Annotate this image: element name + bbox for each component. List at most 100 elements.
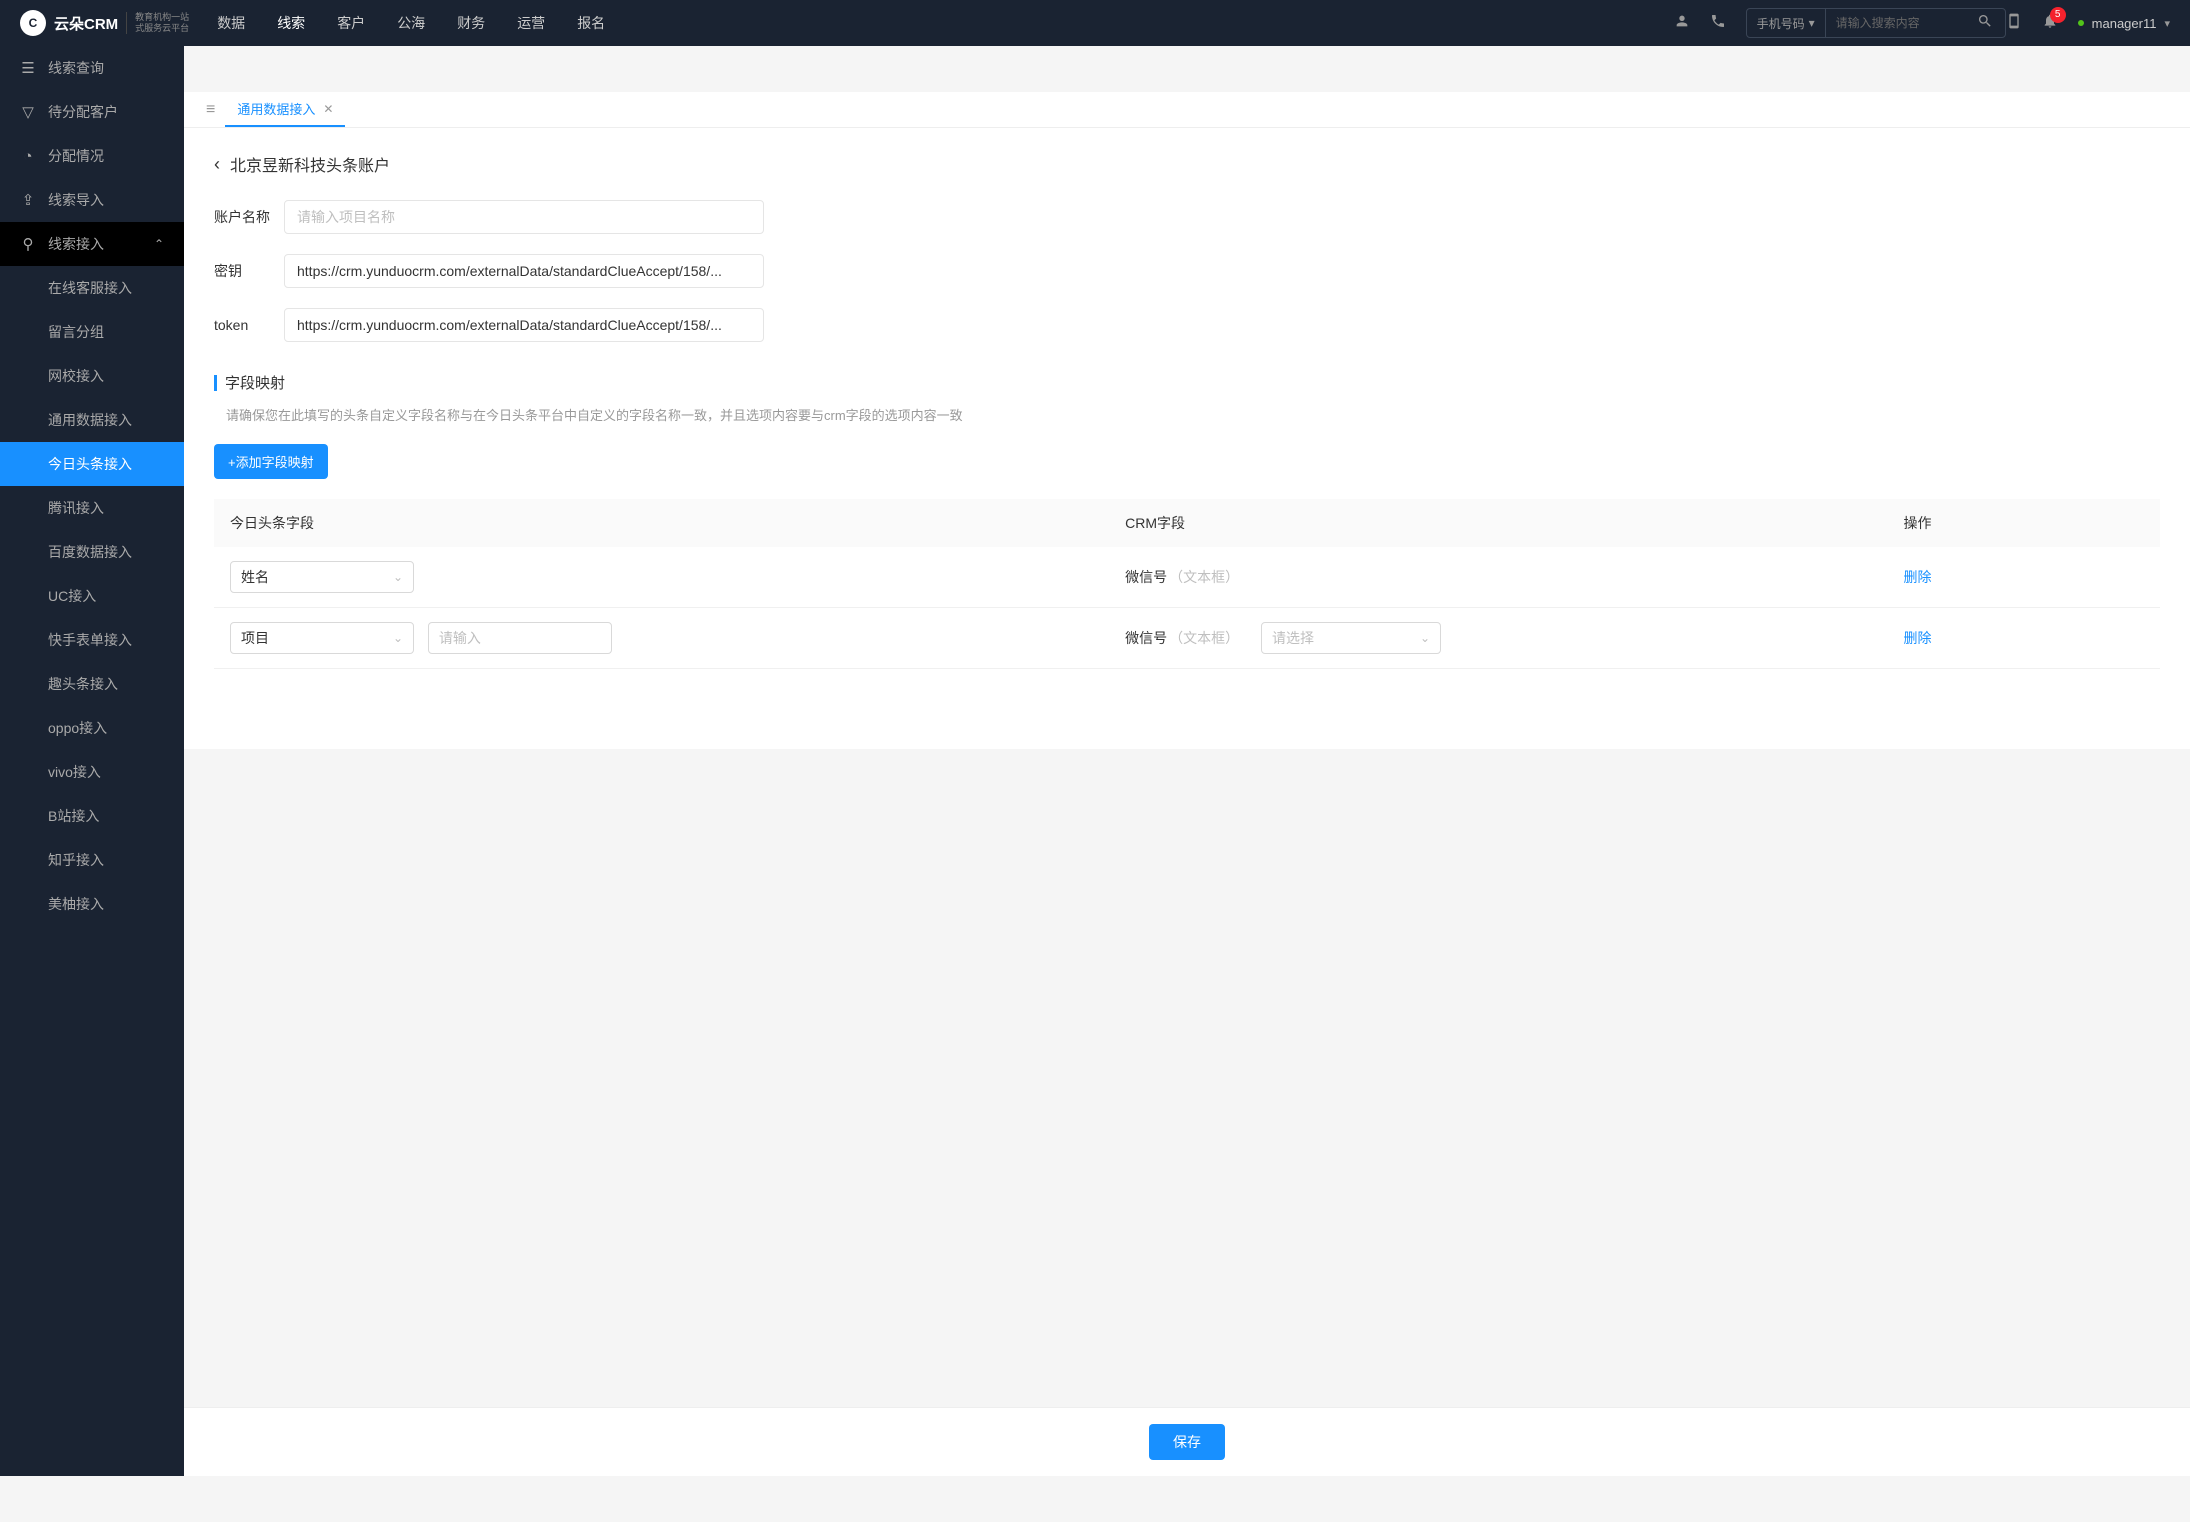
token-input[interactable] <box>284 308 764 342</box>
sidebar-sub-online[interactable]: 在线客服接入 <box>0 266 184 310</box>
sidebar-sub-zhihu[interactable]: 知乎接入 <box>0 838 184 882</box>
plug-icon: ⚲ <box>20 235 36 253</box>
person-icon[interactable] <box>1674 13 1690 34</box>
crm-field-value: 微信号 <box>1125 569 1167 585</box>
phone-icon[interactable] <box>1710 13 1726 34</box>
search-area: 手机号码 ▾ <box>1746 8 2006 38</box>
nav-finance[interactable]: 财务 <box>457 13 485 33</box>
form-row-key: 密钥 <box>214 254 2160 288</box>
list-icon: ☰ <box>20 59 36 77</box>
sidebar: ☰线索查询 ▽待分配客户 ◔分配情况 ⇪线索导入 ⚲线索接入⌃ 在线客服接入 留… <box>0 46 184 1476</box>
crm-field-value: 微信号 <box>1125 630 1167 646</box>
sidebar-item-access[interactable]: ⚲线索接入⌃ <box>0 222 184 266</box>
section-bar-icon <box>214 375 217 391</box>
tab-generic-data[interactable]: 通用数据接入 ✕ <box>225 92 345 127</box>
sidebar-sub-uc[interactable]: UC接入 <box>0 574 184 618</box>
footer-bar: 保存 <box>184 1407 2190 1476</box>
nav-menu: 数据 线索 客户 公海 财务 运营 报名 <box>217 13 1653 33</box>
th-action: 操作 <box>1888 499 2160 547</box>
header-icons-left <box>1674 13 1726 34</box>
close-icon[interactable]: ✕ <box>323 102 333 116</box>
import-icon: ⇪ <box>20 191 36 209</box>
breadcrumb: ‹ 北京昱新科技头条账户 <box>214 152 2160 176</box>
sidebar-sub-school[interactable]: 网校接入 <box>0 354 184 398</box>
delete-button[interactable]: 删除 <box>1904 630 1932 646</box>
crm-select[interactable]: 请选择 ⌄ <box>1261 622 1441 654</box>
tabs-bar: ≡ 通用数据接入 ✕ <box>184 92 2190 128</box>
table-row: 姓名 ⌄ 微信号（文本框） 删除 <box>214 547 2160 608</box>
sidebar-sub-bilibili[interactable]: B站接入 <box>0 794 184 838</box>
chevron-down-icon: ⌄ <box>1420 631 1430 645</box>
section-header: 字段映射 <box>214 372 2160 393</box>
chevron-up-icon: ⌃ <box>154 237 164 251</box>
search-button[interactable] <box>1965 13 2005 34</box>
name-label: 账户名称 <box>214 207 284 227</box>
key-label: 密钥 <box>214 261 284 281</box>
token-label: token <box>214 317 284 333</box>
nav-clue[interactable]: 线索 <box>277 13 305 33</box>
delete-button[interactable]: 删除 <box>1904 569 1932 585</box>
sidebar-sub-baidu[interactable]: 百度数据接入 <box>0 530 184 574</box>
section-description: 请确保您在此填写的头条自定义字段名称与在今日头条平台中自定义的字段名称一致，并且… <box>214 405 2160 424</box>
form-row-token: token <box>214 308 2160 342</box>
nav-customer[interactable]: 客户 <box>337 13 365 33</box>
sidebar-sub-qutoutiao[interactable]: 趣头条接入 <box>0 662 184 706</box>
crm-field-type: （文本框） <box>1169 569 1239 585</box>
mobile-icon[interactable] <box>2006 13 2022 34</box>
chevron-down-icon: ⌄ <box>393 631 403 645</box>
sidebar-sub-oppo[interactable]: oppo接入 <box>0 706 184 750</box>
sidebar-sub-generic[interactable]: 通用数据接入 <box>0 398 184 442</box>
sidebar-sub-toutiao[interactable]: 今日头条接入 <box>0 442 184 486</box>
th-toutiao-field: 今日头条字段 <box>214 499 1109 547</box>
sidebar-sub-kuaishou[interactable]: 快手表单接入 <box>0 618 184 662</box>
sidebar-item-allocation[interactable]: ◔分配情况 <box>0 134 184 178</box>
page-title: 北京昱新科技头条账户 <box>230 152 390 176</box>
back-icon[interactable]: ‹ <box>214 154 220 175</box>
search-input[interactable] <box>1825 9 1965 37</box>
filter-icon: ▽ <box>20 103 36 121</box>
nav-operation[interactable]: 运营 <box>517 13 545 33</box>
crm-field-type: （文本框） <box>1169 630 1239 646</box>
save-button[interactable]: 保存 <box>1149 1424 1225 1460</box>
sidebar-item-query[interactable]: ☰线索查询 <box>0 46 184 90</box>
header-right: 5 manager11 ▾ <box>2006 13 2170 34</box>
main-area: ≡ 通用数据接入 ✕ ‹ 北京昱新科技头条账户 账户名称 密钥 token 字段… <box>184 92 2190 1522</box>
nav-data[interactable]: 数据 <box>217 13 245 33</box>
mapping-table: 今日头条字段 CRM字段 操作 姓名 ⌄ 微信号（文本框） <box>214 499 2160 669</box>
key-input[interactable] <box>284 254 764 288</box>
sidebar-sub-tencent[interactable]: 腾讯接入 <box>0 486 184 530</box>
logo-subtitle: 教育机构一站 式服务云平台 <box>126 12 189 34</box>
table-row: 项目 ⌄ 微信号（文本框） 请选择 ⌄ 删除 <box>214 608 2160 669</box>
sidebar-sub-message[interactable]: 留言分组 <box>0 310 184 354</box>
th-crm-field: CRM字段 <box>1109 499 1887 547</box>
field-select[interactable]: 项目 ⌄ <box>230 622 414 654</box>
bell-icon[interactable]: 5 <box>2042 13 2058 34</box>
chevron-down-icon: ▾ <box>1809 16 1815 30</box>
name-input[interactable] <box>284 200 764 234</box>
logo-icon: C <box>20 10 46 36</box>
nav-enroll[interactable]: 报名 <box>577 13 605 33</box>
section-title: 字段映射 <box>225 372 285 393</box>
user-menu[interactable]: manager11 ▾ <box>2078 16 2170 31</box>
user-name: manager11 <box>2092 16 2157 31</box>
add-mapping-button[interactable]: +添加字段映射 <box>214 444 328 479</box>
status-dot-icon <box>2078 20 2084 26</box>
field-select[interactable]: 姓名 ⌄ <box>230 561 414 593</box>
logo-text: 云朵CRM <box>54 13 118 34</box>
top-header: C 云朵CRM 教育机构一站 式服务云平台 数据 线索 客户 公海 财务 运营 … <box>0 0 2190 46</box>
content-panel: ‹ 北京昱新科技头条账户 账户名称 密钥 token 字段映射 请确保您在此填写… <box>184 128 2190 749</box>
chevron-down-icon: ▾ <box>2164 17 2170 30</box>
logo-area: C 云朵CRM 教育机构一站 式服务云平台 <box>20 10 189 36</box>
notification-badge: 5 <box>2050 7 2066 23</box>
field-input[interactable] <box>428 622 612 654</box>
pie-icon: ◔ <box>20 148 36 165</box>
sidebar-sub-meiyou[interactable]: 美柚接入 <box>0 882 184 926</box>
sidebar-sub-vivo[interactable]: vivo接入 <box>0 750 184 794</box>
search-type-select[interactable]: 手机号码 ▾ <box>1747 15 1825 32</box>
form-row-name: 账户名称 <box>214 200 2160 234</box>
sidebar-item-pending[interactable]: ▽待分配客户 <box>0 90 184 134</box>
nav-public[interactable]: 公海 <box>397 13 425 33</box>
tabs-toggle-icon[interactable]: ≡ <box>196 101 225 119</box>
chevron-down-icon: ⌄ <box>393 570 403 584</box>
sidebar-item-import[interactable]: ⇪线索导入 <box>0 178 184 222</box>
